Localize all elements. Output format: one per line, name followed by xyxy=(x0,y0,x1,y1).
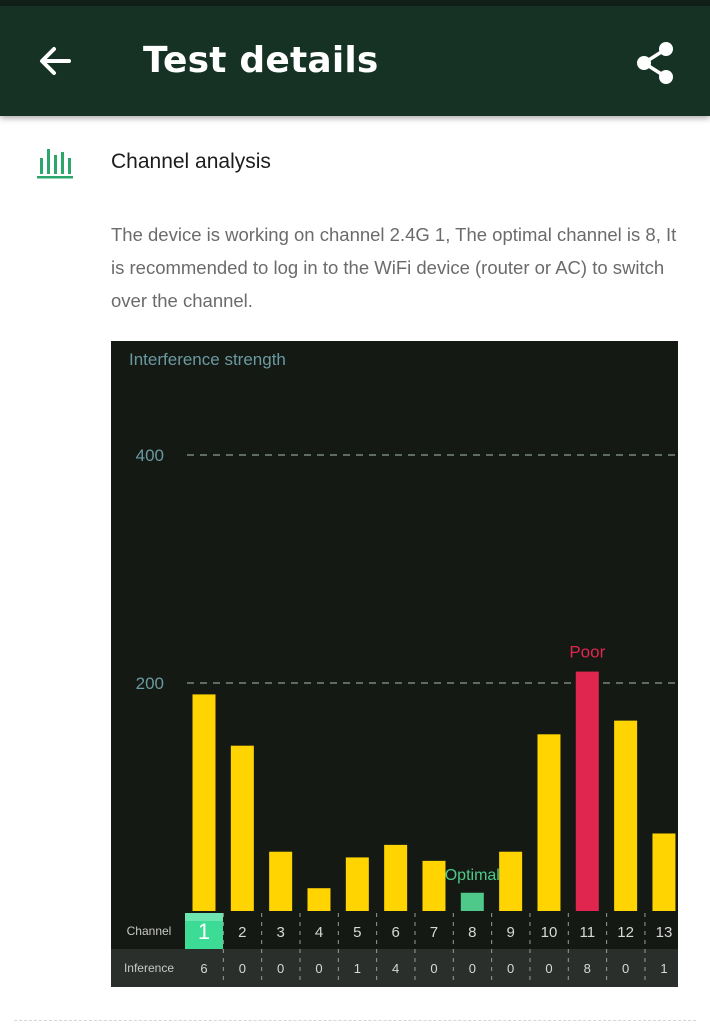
chart-canvas: Interference strength200400ChannelInfere… xyxy=(111,350,678,987)
bar-channel-10 xyxy=(537,734,561,911)
channel-label: 8 xyxy=(468,924,476,941)
bar-channel-9 xyxy=(499,851,523,911)
channel-label: 13 xyxy=(656,924,673,941)
channel-chart: Interference strength 200 400 Channel Infere… xyxy=(111,341,678,987)
bar-channel-6 xyxy=(384,844,408,911)
divider xyxy=(14,1020,696,1021)
channel-label: 4 xyxy=(315,924,323,941)
bar-channel-5 xyxy=(345,857,369,911)
bar-channel-11 xyxy=(575,671,599,911)
channel-label: 5 xyxy=(353,924,361,941)
arrow-left-icon xyxy=(40,47,71,75)
app-bar: Test details xyxy=(0,6,710,116)
inference-value: 1 xyxy=(660,961,667,976)
inference-value: 0 xyxy=(430,961,437,976)
bar-channel-8 xyxy=(460,892,484,911)
page-title: Test details xyxy=(143,40,379,81)
inference-value: 0 xyxy=(622,961,629,976)
inference-value: 0 xyxy=(507,961,514,976)
optimal-label: Optimal xyxy=(445,867,500,884)
inference-value: 0 xyxy=(315,961,322,976)
bar-chart-icon xyxy=(37,149,73,179)
bar-channel-1 xyxy=(192,694,216,911)
channel-label: 10 xyxy=(541,924,558,941)
inference-value: 0 xyxy=(545,961,552,976)
inference-value: 1 xyxy=(354,961,361,976)
channel-label: 9 xyxy=(506,924,514,941)
y-axis-title: Interference strength xyxy=(129,350,286,369)
back-button[interactable] xyxy=(28,34,82,88)
channel-label: 6 xyxy=(391,924,399,941)
bar-channel-7 xyxy=(422,860,446,911)
y-tick-label: 400 xyxy=(136,446,164,465)
channel-label: 2 xyxy=(238,924,246,941)
channel-label: 7 xyxy=(430,924,438,941)
y-tick-label: 200 xyxy=(136,674,164,693)
inference-value: 8 xyxy=(584,961,591,976)
inference-value: 0 xyxy=(239,961,246,976)
inference-value: 0 xyxy=(277,961,284,976)
channel-label-current: 1 xyxy=(198,919,210,944)
inference-value: 4 xyxy=(392,961,399,976)
bar-channel-2 xyxy=(230,745,254,911)
share-icon xyxy=(637,42,673,84)
channel-label: 11 xyxy=(580,924,596,941)
poor-label: Poor xyxy=(569,643,605,662)
inference-value: 0 xyxy=(469,961,476,976)
bar-channel-3 xyxy=(269,851,293,911)
share-button[interactable] xyxy=(628,36,682,90)
inference-value: 6 xyxy=(200,961,207,976)
inference-row-label: Inference xyxy=(124,961,174,975)
bar-channel-4 xyxy=(307,888,331,911)
bar-channel-13 xyxy=(652,833,676,911)
channel-label: 3 xyxy=(276,924,284,941)
channel-label: 12 xyxy=(617,924,634,941)
section-title: Channel analysis xyxy=(111,150,271,173)
channel-row-label: Channel xyxy=(127,924,172,938)
bar-channel-12 xyxy=(614,720,638,911)
analysis-description: The device is working on channel 2.4G 1,… xyxy=(111,224,677,311)
